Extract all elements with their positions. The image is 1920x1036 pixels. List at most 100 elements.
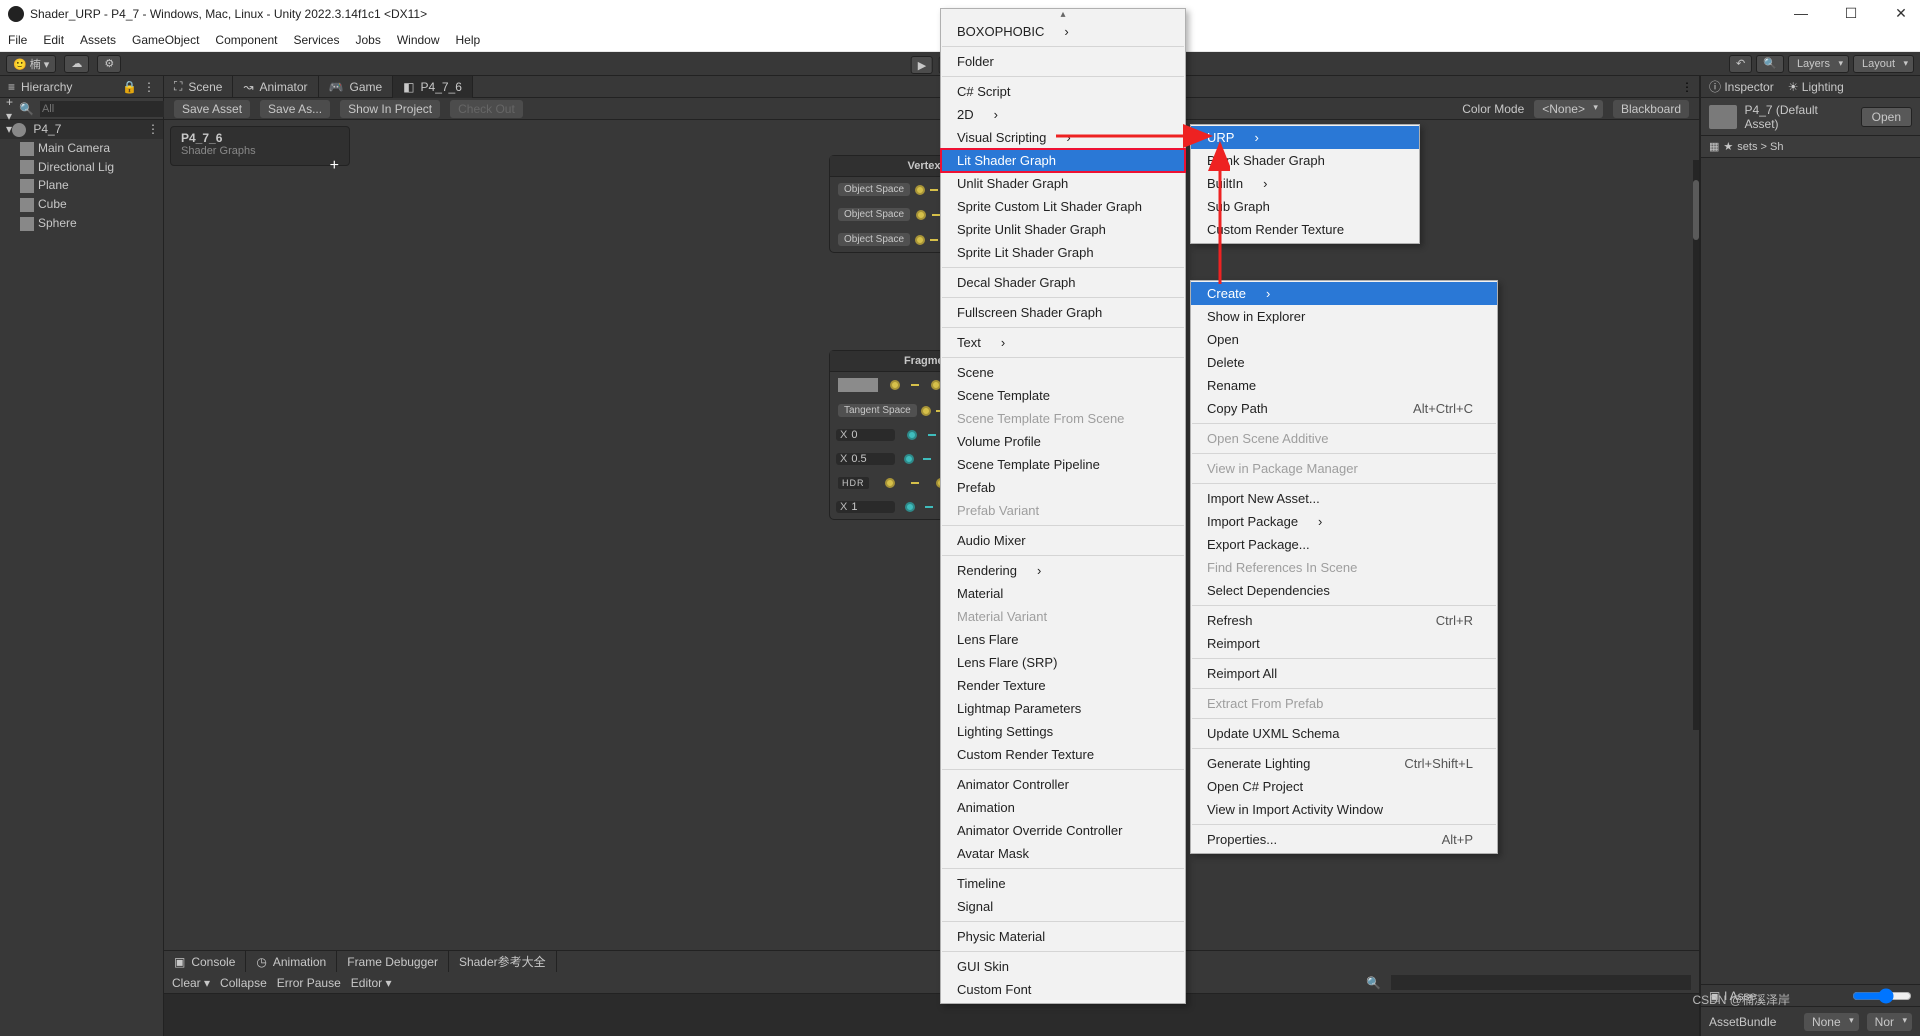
menu-item[interactable]: Unlit Shader Graph <box>941 172 1185 195</box>
project-addfav-icon[interactable]: ★ <box>1723 140 1733 153</box>
create-submenu[interactable]: ▴ BOXOPHOBICFolderC# Script2DVisual Scri… <box>940 8 1186 1004</box>
menu-item[interactable]: RefreshCtrl+R <box>1191 609 1497 632</box>
menu-item[interactable]: Animation <box>941 796 1185 819</box>
graph-scrollbar-thumb[interactable] <box>1693 180 1699 240</box>
float-field[interactable]: X <box>836 429 895 441</box>
hierarchy-item[interactable]: Main Camera <box>0 139 163 158</box>
port-icon[interactable] <box>915 185 925 195</box>
menu-item[interactable]: Custom Font <box>941 978 1185 1001</box>
menu-item[interactable]: Create <box>1191 282 1497 305</box>
menu-item[interactable]: Signal <box>941 895 1185 918</box>
hdr-badge[interactable]: HDR <box>838 477 869 489</box>
menu-item[interactable]: C# Script <box>941 80 1185 103</box>
menu-item[interactable]: Decal Shader Graph <box>941 271 1185 294</box>
tab-scene[interactable]: ⛶Scene <box>164 76 233 98</box>
search-global-icon[interactable]: 🔍 <box>1756 55 1784 73</box>
menu-item[interactable]: Animator Controller <box>941 773 1185 796</box>
menu-item[interactable]: Animator Override Controller <box>941 819 1185 842</box>
menu-item[interactable]: URP <box>1191 126 1419 149</box>
hierarchy-lock-icon[interactable]: 🔒 <box>122 80 137 94</box>
menu-component[interactable]: Component <box>215 33 277 47</box>
minimize-button[interactable]: — <box>1790 5 1812 22</box>
menu-item[interactable]: Volume Profile <box>941 430 1185 453</box>
menu-item[interactable]: BuiltIn <box>1191 172 1419 195</box>
menu-item[interactable]: Generate LightingCtrl+Shift+L <box>1191 752 1497 775</box>
menu-item[interactable]: Open <box>1191 328 1497 351</box>
inspector-tab[interactable]: ⓘ Inspector <box>1709 78 1774 95</box>
menu-item[interactable]: Avatar Mask <box>941 842 1185 865</box>
tab-framedebugger[interactable]: Frame Debugger <box>337 951 449 973</box>
menu-item[interactable]: Sprite Lit Shader Graph <box>941 241 1185 264</box>
port-icon[interactable] <box>916 210 926 220</box>
menu-item[interactable]: Scene Template Pipeline <box>941 453 1185 476</box>
console-errorpause-toggle[interactable]: Error Pause <box>277 976 341 990</box>
menu-item[interactable]: Reimport <box>1191 632 1497 655</box>
menu-item[interactable]: Prefab <box>941 476 1185 499</box>
port-icon[interactable] <box>915 235 925 245</box>
project-breadcrumb[interactable]: sets > Sh <box>1737 141 1783 153</box>
project-context-menu[interactable]: CreateShow in ExplorerOpenDeleteRenameCo… <box>1190 280 1498 854</box>
menu-item[interactable]: Timeline <box>941 872 1185 895</box>
float-input[interactable] <box>851 453 891 465</box>
menu-item[interactable]: Scene Template <box>941 384 1185 407</box>
float-input[interactable] <box>851 429 891 441</box>
maximize-button[interactable]: ☐ <box>1840 5 1862 22</box>
menu-item[interactable]: Rendering <box>941 559 1185 582</box>
menu-item[interactable]: Import New Asset... <box>1191 487 1497 510</box>
menu-item[interactable]: Sprite Unlit Shader Graph <box>941 218 1185 241</box>
blackboard-toggle[interactable]: Blackboard <box>1613 100 1689 118</box>
menu-item[interactable]: Folder <box>941 50 1185 73</box>
menu-item[interactable]: Scene <box>941 361 1185 384</box>
shadergraph-submenu[interactable]: URPBlank Shader GraphBuiltInSub GraphCus… <box>1190 124 1420 244</box>
menu-gameobject[interactable]: GameObject <box>132 33 199 47</box>
menu-item[interactable]: Blank Shader Graph <box>1191 149 1419 172</box>
hierarchy-scene-root[interactable]: ▾ P4_7 ⋮ <box>0 120 163 139</box>
menu-item[interactable]: BOXOPHOBIC <box>941 20 1185 43</box>
undo-history-icon[interactable]: ↶ <box>1729 55 1752 73</box>
menu-item[interactable]: Export Package... <box>1191 533 1497 556</box>
float-field[interactable]: X <box>836 453 895 465</box>
assetbundle-name-dropdown[interactable]: None <box>1804 1013 1859 1031</box>
play-button[interactable]: ▶ <box>911 56 933 74</box>
menu-item[interactable]: Lit Shader Graph <box>941 149 1185 172</box>
port-icon[interactable] <box>921 406 931 416</box>
menu-item[interactable]: Properties...Alt+P <box>1191 828 1497 851</box>
tab-shadergraph[interactable]: ◧P4_7_6 <box>393 76 473 98</box>
open-asset-button[interactable]: Open <box>1861 107 1912 127</box>
menu-scroll-up-icon[interactable]: ▴ <box>941 10 1185 20</box>
menu-item[interactable]: Text <box>941 331 1185 354</box>
menu-jobs[interactable]: Jobs <box>355 33 380 47</box>
show-in-project-button[interactable]: Show In Project <box>340 100 440 118</box>
assetbundle-variant-dropdown[interactable]: Nor <box>1867 1013 1912 1031</box>
float-field[interactable]: X <box>836 501 895 513</box>
menu-item[interactable]: Custom Render Texture <box>1191 218 1419 241</box>
menu-item[interactable]: Material <box>941 582 1185 605</box>
project-tools-icon[interactable]: ▦ <box>1709 140 1719 153</box>
menu-item[interactable]: Physic Material <box>941 925 1185 948</box>
menu-item[interactable]: Rename <box>1191 374 1497 397</box>
menu-item[interactable]: Fullscreen Shader Graph <box>941 301 1185 324</box>
account-button[interactable]: 🙂 楠 ▾ <box>6 55 56 73</box>
menu-item[interactable]: Reimport All <box>1191 662 1497 685</box>
menu-item[interactable]: Sprite Custom Lit Shader Graph <box>941 195 1185 218</box>
project-grid[interactable] <box>1701 158 1920 984</box>
center-kebab-icon[interactable]: ⋮ <box>1675 80 1699 94</box>
menu-item[interactable]: Custom Render Texture <box>941 743 1185 766</box>
console-search-input[interactable] <box>1391 975 1691 990</box>
menu-help[interactable]: Help <box>456 33 481 47</box>
menu-assets[interactable]: Assets <box>80 33 116 47</box>
menu-item[interactable]: Import Package <box>1191 510 1497 533</box>
menu-services[interactable]: Services <box>293 33 339 47</box>
menu-file[interactable]: File <box>8 33 27 47</box>
hierarchy-add-button[interactable]: + ▾ <box>6 95 13 123</box>
tab-animator[interactable]: ↝Animator <box>233 76 318 98</box>
settings-gear-icon[interactable]: ⚙ <box>97 55 121 73</box>
hierarchy-item[interactable]: Cube <box>0 195 163 214</box>
port-icon[interactable] <box>907 430 917 440</box>
save-asset-button[interactable]: Save Asset <box>174 100 250 118</box>
console-search-icon[interactable]: 🔍 <box>1366 976 1381 990</box>
tab-animation[interactable]: ◷Animation <box>246 951 337 973</box>
blackboard-panel[interactable]: P4_7_6 Shader Graphs + <box>170 126 350 166</box>
save-as-button[interactable]: Save As... <box>260 100 330 118</box>
layout-dropdown[interactable]: Layout <box>1853 55 1914 73</box>
